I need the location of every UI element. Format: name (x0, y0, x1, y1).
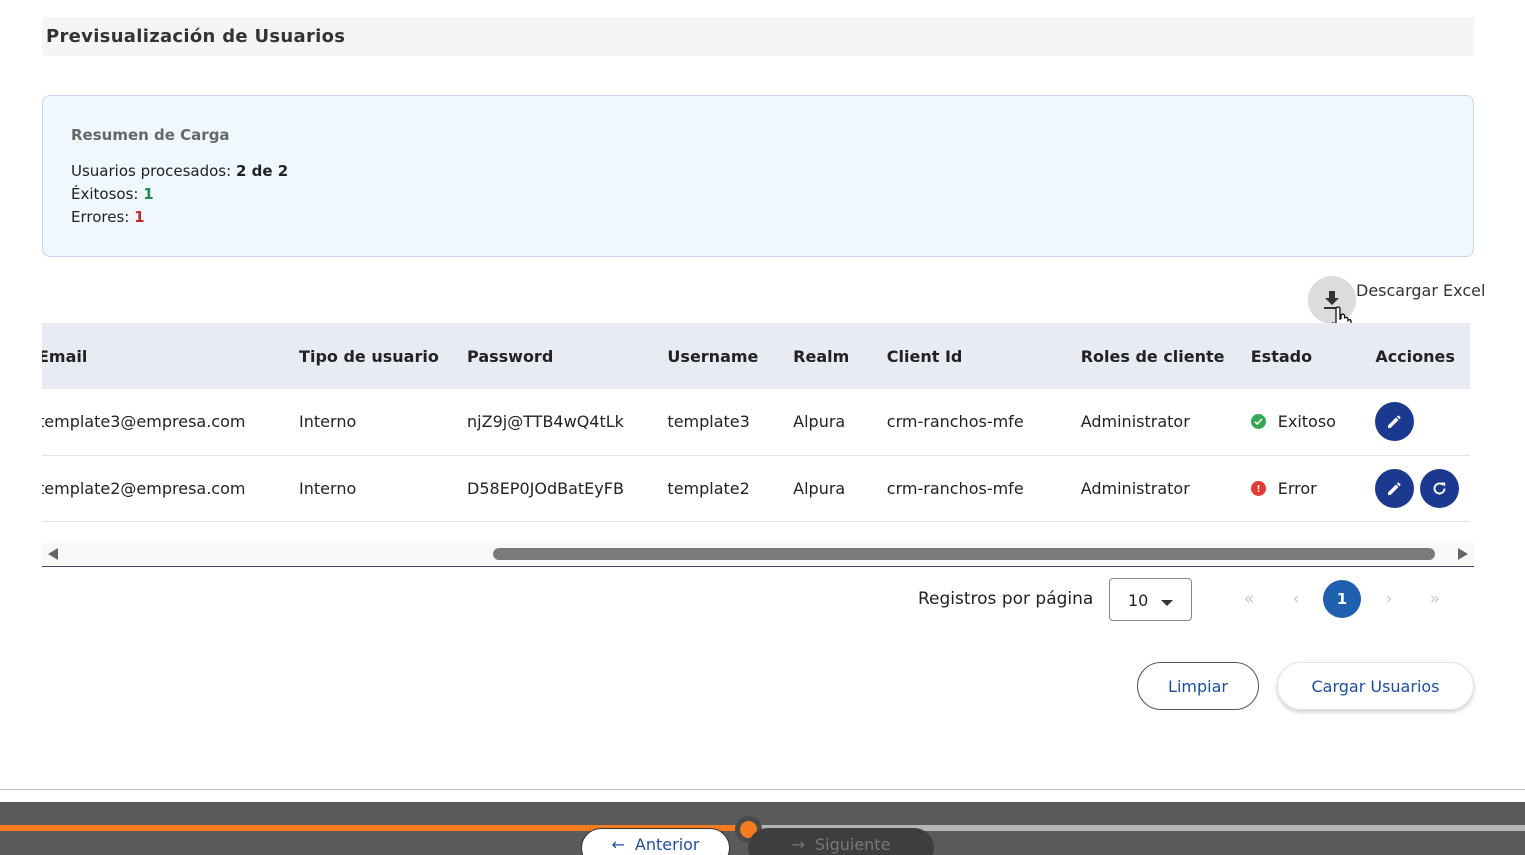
users-table: Email Tipo de usuario Password Username … (42, 323, 1470, 522)
cell-realm: Alpura (793, 389, 887, 456)
page: Previsualización de Usuarios Resumen de … (0, 0, 1525, 855)
first-page-icon[interactable]: « (1230, 580, 1268, 618)
table-header-row: Email Tipo de usuario Password Username … (42, 323, 1470, 389)
errors-label: Errores: (71, 208, 130, 226)
last-page-icon[interactable]: » (1416, 580, 1454, 618)
summary-success: Éxitosos: 1 (71, 183, 1445, 206)
next-label: Siguiente (814, 834, 891, 854)
cell-realm: Alpura (793, 455, 887, 522)
scrollbar-thumb[interactable] (493, 548, 1435, 560)
cell-client-id: crm-ranchos-mfe (886, 389, 1081, 456)
cell-email: template2@empresa.com (42, 455, 300, 522)
status-text: Exitoso (1277, 412, 1336, 432)
check-circle-icon (1250, 414, 1266, 430)
errors-value: 1 (134, 208, 145, 226)
summary-errors: Errores: 1 (71, 206, 1445, 229)
next-page-icon[interactable]: › (1370, 580, 1408, 618)
scroll-right-arrow-icon[interactable] (1458, 548, 1468, 560)
page-button-current[interactable]: 1 (1323, 580, 1361, 618)
status-text: Error (1277, 478, 1317, 498)
cell-roles: Administrator (1080, 389, 1251, 456)
edit-button[interactable] (1375, 402, 1415, 442)
success-value: 1 (143, 185, 154, 203)
cell-tipo: Interno (299, 389, 468, 456)
cell-estado: Exitoso (1250, 389, 1376, 456)
edit-button[interactable] (1375, 468, 1415, 508)
cell-acciones (1375, 389, 1470, 456)
arrow-right-icon: → (791, 834, 805, 854)
refresh-icon (1433, 482, 1446, 494)
col-password[interactable]: Password (467, 323, 668, 389)
summary-title: Resumen de Carga (71, 126, 230, 144)
cell-username: template3 (667, 389, 794, 456)
processed-value: 2 de 2 (235, 162, 289, 180)
error-circle-icon (1250, 480, 1266, 496)
cell-roles: Administrator (1080, 455, 1251, 522)
scroll-left-arrow-icon[interactable] (48, 548, 58, 560)
arrow-left-icon: ← (611, 834, 625, 854)
previous-button[interactable]: ← Anterior (581, 828, 730, 855)
users-table-container: Email Tipo de usuario Password Username … (42, 323, 1474, 567)
caret-down-icon (1161, 600, 1173, 606)
processed-label: Usuarios procesados: (71, 162, 232, 180)
col-client-id[interactable]: Client Id (886, 323, 1081, 389)
page-size-select[interactable]: 10 (1109, 578, 1192, 621)
retry-button[interactable] (1420, 468, 1460, 508)
pencil-icon (1388, 481, 1401, 495)
page-size-value: 10 (1128, 591, 1149, 610)
col-email[interactable]: Email (42, 323, 300, 389)
col-username[interactable]: Username (667, 323, 794, 389)
cell-estado: Error (1250, 455, 1376, 522)
next-button[interactable]: → Siguiente (748, 828, 934, 855)
table-row: template2@empresa.com Interno D58EP0JOdB… (42, 455, 1470, 522)
col-estado[interactable]: Estado (1250, 323, 1376, 389)
col-roles-cliente[interactable]: Roles de cliente (1080, 323, 1251, 389)
table-row: template3@empresa.com Interno njZ9j@TTB4… (42, 389, 1470, 456)
cell-client-id: crm-ranchos-mfe (886, 455, 1081, 522)
cell-acciones (1375, 455, 1470, 522)
divider (0, 789, 1525, 790)
cell-password: D58EP0JOdBatEyFB (467, 455, 668, 522)
clear-button[interactable]: Limpiar (1137, 662, 1259, 710)
records-per-page-label: Registros por página (918, 589, 1094, 609)
col-realm[interactable]: Realm (793, 323, 887, 389)
cell-password: njZ9j@TTB4wQ4tLk (467, 389, 668, 456)
col-acciones: Acciones (1375, 323, 1470, 389)
prev-page-icon[interactable]: ‹ (1277, 580, 1315, 618)
stepper-footer: ← Anterior → Siguiente (0, 802, 1525, 855)
page-title: Previsualización de Usuarios (46, 26, 346, 47)
pencil-icon (1388, 415, 1401, 429)
section-header: Previsualización de Usuarios (42, 17, 1474, 56)
load-users-button[interactable]: Cargar Usuarios (1277, 662, 1474, 710)
download-excel-label[interactable]: Descargar Excel (1356, 281, 1485, 300)
success-label: Éxitosos: (71, 185, 139, 203)
col-tipo-usuario[interactable]: Tipo de usuario (299, 323, 468, 389)
cell-tipo: Interno (299, 455, 468, 522)
previous-label: Anterior (634, 834, 700, 854)
cell-email: template3@empresa.com (42, 389, 300, 456)
summary-processed: Usuarios procesados: 2 de 2 (71, 160, 1445, 183)
cell-username: template2 (667, 455, 794, 522)
horizontal-scrollbar[interactable] (42, 543, 1474, 565)
upload-summary-card: Resumen de Carga Usuarios procesados: 2 … (42, 95, 1474, 257)
